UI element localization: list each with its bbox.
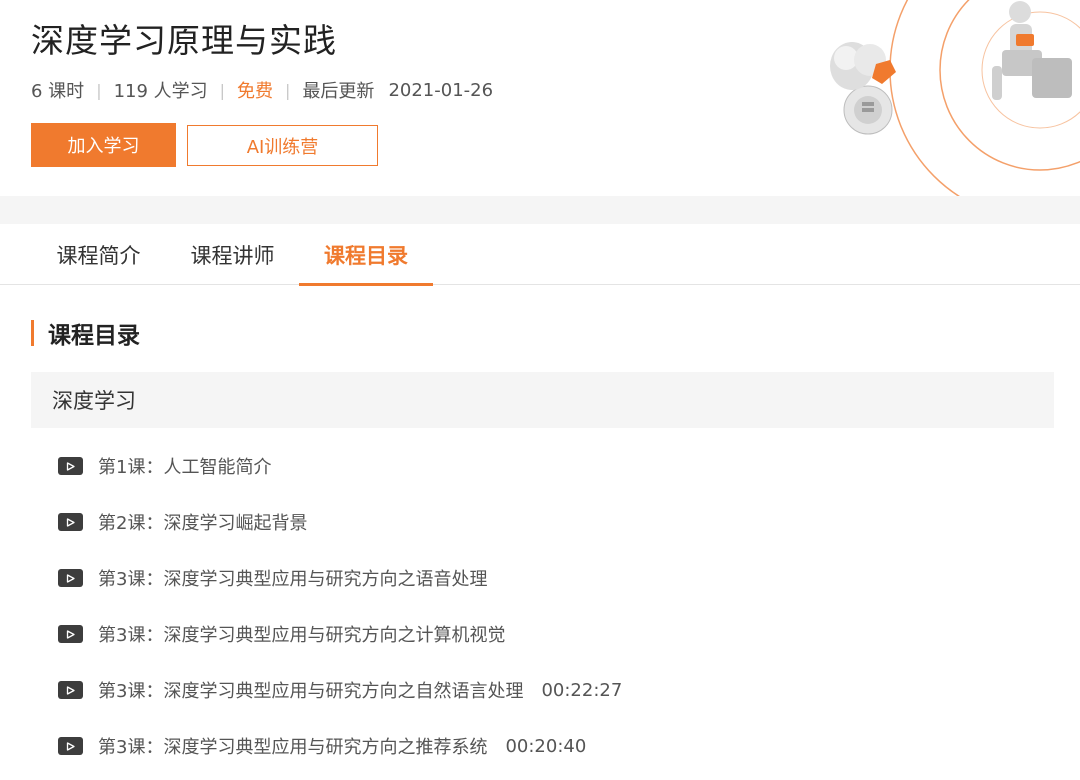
play-icon: [58, 457, 83, 475]
lesson-item[interactable]: 第3课：深度学习典型应用与研究方向之计算机视觉: [58, 606, 1054, 662]
lesson-title: 第3课：深度学习典型应用与研究方向之自然语言处理: [98, 681, 524, 702]
lesson-duration: 00:20:40: [505, 735, 587, 757]
play-icon: [58, 569, 83, 587]
lesson-duration: 00:22:27: [541, 679, 623, 701]
lesson-title: 第3课：深度学习典型应用与研究方向之计算机视觉: [98, 625, 506, 646]
lesson-title: 第3课：深度学习典型应用与研究方向之语音处理: [98, 569, 488, 590]
lesson-title: 第3课：深度学习典型应用与研究方向之推荐系统: [98, 737, 488, 758]
play-icon: [58, 737, 83, 755]
price-badge: 免费: [237, 81, 274, 102]
catalog-heading: 课程目录: [31, 318, 140, 349]
section-divider-band: [0, 196, 1080, 224]
lesson-item[interactable]: 第3课：深度学习典型应用与研究方向之推荐系统 00:20:40: [58, 718, 1054, 774]
lesson-list: 第1课：人工智能简介 第2课：深度学习崛起背景 第3课：深度学习典型应用与研究方…: [58, 438, 1054, 774]
robot-illustration: [830, 0, 1080, 196]
tab-catalog-label: 课程目录: [324, 243, 408, 268]
tab-teacher[interactable]: 课程讲师: [166, 224, 299, 285]
active-tab-indicator: [299, 283, 433, 286]
meta-divider: |: [96, 80, 102, 100]
updated-label: 最后更新: [302, 81, 375, 102]
lesson-title: 第1课：人工智能简介: [98, 457, 272, 478]
heading-accent-bar: [31, 320, 34, 346]
tab-intro[interactable]: 课程简介: [32, 224, 165, 285]
lesson-item[interactable]: 第3课：深度学习典型应用与研究方向之语音处理: [58, 550, 1054, 606]
lesson-item[interactable]: 第3课：深度学习典型应用与研究方向之自然语言处理 00:22:27: [58, 662, 1054, 718]
lesson-item[interactable]: 第2课：深度学习崛起背景: [58, 494, 1054, 550]
join-course-button[interactable]: 加入学习: [31, 123, 176, 167]
course-title: 深度学习原理与实践: [31, 21, 337, 60]
ai-camp-button[interactable]: AI训练营: [187, 125, 378, 166]
meta-divider: |: [219, 80, 226, 100]
play-icon: [58, 513, 83, 531]
play-icon: [58, 681, 83, 699]
play-icon: [58, 625, 83, 643]
learners-count: 119 人学习: [113, 81, 208, 102]
course-meta: 6 课时 | 119 人学习 | 免费 | 最后更新 2021-01-26: [31, 77, 493, 103]
course-tabs: 课程简介 课程讲师 课程目录: [0, 224, 1080, 286]
lesson-item[interactable]: 第1课：人工智能简介: [58, 438, 1054, 494]
chapter-header[interactable]: 深度学习: [31, 372, 1054, 428]
lesson-title: 第2课：深度学习崛起背景: [98, 513, 308, 534]
course-header: 深度学习原理与实践 6 课时 | 119 人学习 | 免费 | 最后更新 202…: [0, 0, 1080, 196]
meta-divider: |: [285, 80, 291, 100]
catalog-title: 课程目录: [48, 323, 140, 349]
tab-catalog[interactable]: 课程目录: [299, 224, 433, 286]
updated-date: 2021-01-26: [388, 79, 494, 101]
lessons-count: 6 课时: [31, 81, 85, 102]
